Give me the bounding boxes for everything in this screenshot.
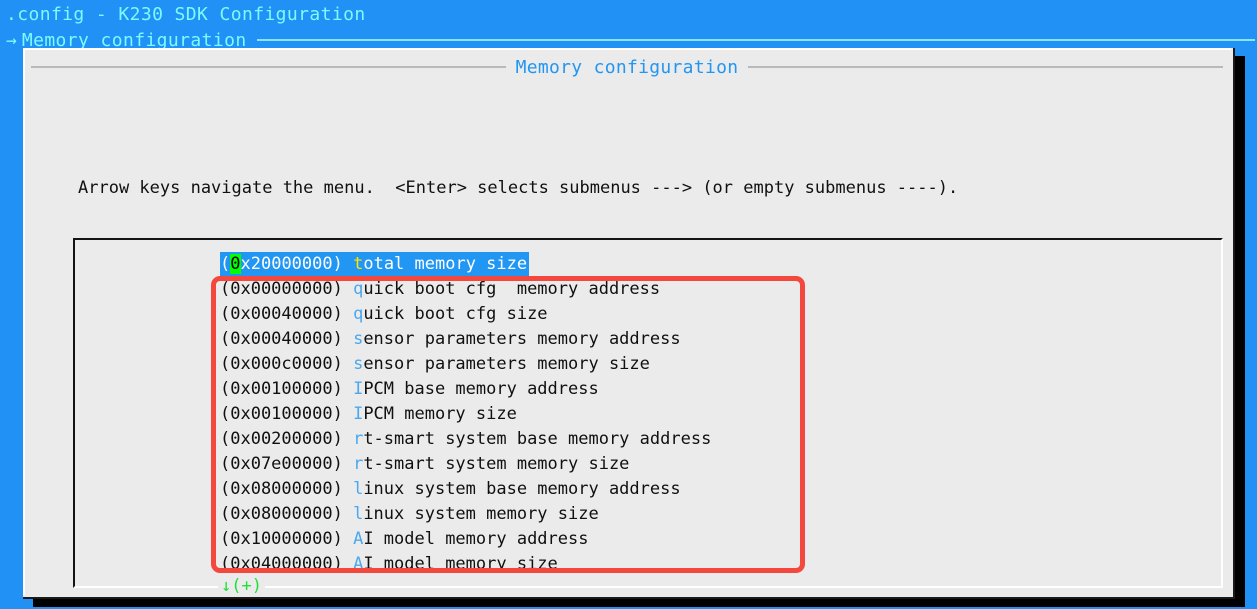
menu-item-value: (0x000c0000) (220, 354, 354, 374)
menu-item-hotkey: A (353, 529, 364, 549)
menu-item-hotkey: r (353, 429, 364, 449)
menu-item-label: PCM base memory address (363, 379, 599, 399)
menu-item[interactable]: (0x07e00000) rt-smart system memory size (220, 452, 629, 477)
menu-item-value: (0x04000000) (220, 554, 354, 574)
menu-item[interactable]: (0x10000000) AI model memory address (220, 527, 588, 552)
menu-item-value: (0x08000000) (220, 504, 354, 524)
menu-item-label: ensor parameters memory address (363, 329, 681, 349)
menu-item-value-pre: ( (220, 254, 231, 274)
breadcrumb-arrow-icon: → (6, 29, 17, 51)
menu-item-hotkey: I (353, 404, 364, 424)
menu-item-hotkey: s (353, 329, 364, 349)
menu-item-value: (0x00040000) (220, 304, 354, 324)
menu-item-label: I model memory size (363, 554, 558, 574)
text-cursor: 0 (230, 254, 241, 274)
menu-item[interactable]: (0x08000000) linux system base memory ad… (220, 477, 681, 502)
dialog-title-rule-right (748, 66, 1223, 68)
menu-item[interactable]: (0x000c0000) sensor parameters memory si… (220, 352, 650, 377)
menu-item-value: (0x10000000) (220, 529, 354, 549)
menu-item-value: (0x00200000) (220, 429, 354, 449)
menu-item[interactable]: (0x00040000) sensor parameters memory ad… (220, 327, 681, 352)
menu-item-value: (0x07e00000) (220, 454, 354, 474)
menu-item-hotkey: I (353, 379, 364, 399)
menu-item-hotkey: l (353, 479, 364, 499)
menu-item-hotkey: q (353, 279, 364, 299)
menu-item[interactable]: (0x00040000) quick boot cfg size (220, 302, 548, 327)
menu-item-hotkey: l (353, 504, 364, 524)
menu-item-value: (0x08000000) (220, 479, 354, 499)
menu-item-value: x20000000) (240, 254, 354, 274)
menu-item-label: uick boot cfg memory address (363, 279, 661, 299)
menu-item[interactable]: (0x00000000) quick boot cfg memory addre… (220, 277, 660, 302)
menu-items-container: (0x20000000) total memory size (0x0000000… (220, 252, 1220, 577)
menu-item-label: PCM memory size (363, 404, 517, 424)
dialog-title-rule-left (31, 66, 506, 68)
dialog-title: Memory configuration (515, 56, 739, 78)
menu-item-label: ensor parameters memory size (363, 354, 650, 374)
menu-item-value: (0x00000000) (220, 279, 354, 299)
menu-item-label: inux system memory size (363, 504, 599, 524)
menu-item-value: (0x00040000) (220, 329, 354, 349)
menu-item[interactable]: (0x08000000) linux system memory size (220, 502, 599, 527)
menu-item[interactable]: (0x04000000) AI model memory size (220, 552, 558, 577)
menu-item-hotkey: r (353, 454, 364, 474)
scroll-down-indicator: ↓(+) (218, 576, 265, 596)
menu-item[interactable]: (0x00100000) IPCM memory size (220, 402, 517, 427)
menu-item-label: I model memory address (363, 529, 589, 549)
dialog-title-row: Memory configuration (31, 54, 1223, 80)
menu-list[interactable]: (0x20000000) total memory size (0x0000000… (73, 238, 1223, 588)
menu-item-hotkey: q (353, 304, 364, 324)
breadcrumb-rule (256, 39, 1255, 41)
help-line: Arrow keys navigate the menu. <Enter> se… (78, 178, 959, 198)
menu-item[interactable]: (0x20000000) total memory size (220, 252, 530, 277)
menuconfig-header: .config - K230 SDK Configuration → Memor… (0, 0, 1257, 51)
menu-item-label: t-smart system base memory address (363, 429, 712, 449)
menu-item[interactable]: (0x00200000) rt-smart system base memory… (220, 427, 711, 452)
menu-item-value: (0x00100000) (220, 379, 354, 399)
memory-configuration-dialog: Memory configuration Arrow keys navigate… (23, 48, 1235, 599)
app-title: .config - K230 SDK Configuration (6, 4, 366, 25)
menu-item-hotkey: t (353, 254, 364, 274)
terminal-screen: .config - K230 SDK Configuration → Memor… (0, 0, 1257, 609)
menu-item-label: uick boot cfg size (363, 304, 548, 324)
menu-item-hotkey: s (353, 354, 364, 374)
menu-item-label: inux system base memory address (363, 479, 681, 499)
menu-item-hotkey: A (353, 554, 364, 574)
menu-item-value: (0x00100000) (220, 404, 354, 424)
menu-item[interactable]: (0x00100000) IPCM base memory address (220, 377, 599, 402)
menu-item-label: otal memory size (363, 254, 528, 274)
menu-item-label: t-smart system memory size (363, 454, 630, 474)
